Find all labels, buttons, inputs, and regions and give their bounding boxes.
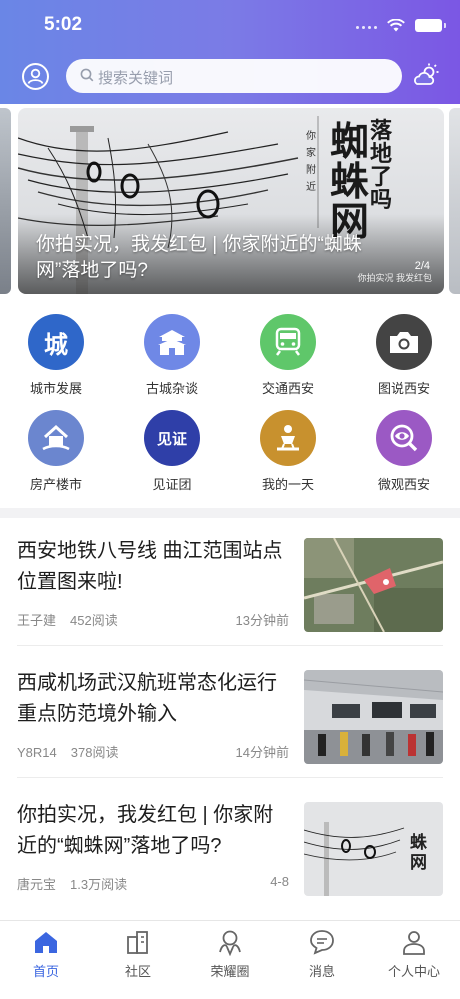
bottom-tab-bar: 首页 社区 荣耀圈 消息 个人中心 bbox=[0, 920, 460, 999]
home-icon bbox=[35, 932, 57, 953]
news-item[interactable]: 西安地铁八号线 曲江范围站点位置图来啦! 王子建 452阅读 13分钟前 bbox=[0, 518, 460, 646]
news-title: 西安地铁八号线 曲江范围站点位置图来啦! bbox=[17, 540, 283, 593]
news-meta: 唐元宝 1.3万阅读 4-8 bbox=[17, 874, 289, 893]
status-bar: 5:02 bbox=[0, 0, 460, 48]
category-grid: 城 城市发展 古城杂谈 交通西安 图说西安 房产楼市 见证 见证团 我的一天 微… bbox=[0, 308, 460, 504]
category-label: 古城杂谈 bbox=[145, 381, 198, 396]
category-micro-xian[interactable]: 微观西安 bbox=[354, 410, 454, 493]
search-input[interactable]: 搜索关键词 bbox=[66, 59, 402, 93]
tab-home[interactable]: 首页 bbox=[0, 927, 92, 980]
wifi-icon bbox=[387, 18, 405, 31]
tab-label: 消息 bbox=[308, 964, 335, 979]
tab-label: 社区 bbox=[124, 964, 151, 979]
category-witness[interactable]: 见证 见证团 bbox=[122, 410, 222, 493]
category-label: 图说西安 bbox=[377, 381, 430, 396]
category-city-development[interactable]: 城 城市发展 bbox=[6, 314, 106, 397]
banner-poster-footer: 你拍实况 我发红包 bbox=[357, 273, 432, 283]
honor-circle-icon bbox=[219, 930, 241, 956]
news-thumbnail-poster: 蛛 网 bbox=[304, 802, 443, 896]
weather-icon[interactable] bbox=[412, 62, 440, 90]
category-my-day[interactable]: 我的一天 bbox=[238, 410, 338, 493]
section-divider bbox=[0, 508, 460, 518]
category-label: 交通西安 bbox=[261, 381, 314, 396]
status-time: 5:02 bbox=[44, 14, 83, 35]
banner-poster-small: 你家附近 bbox=[306, 131, 316, 193]
news-reads: 1.3万阅读 bbox=[70, 877, 128, 892]
news-author: 王子建 bbox=[17, 613, 57, 628]
banner-poster-subtitle: 落地了吗 bbox=[370, 118, 393, 213]
message-icon bbox=[310, 930, 334, 955]
news-author: Y8R14 bbox=[17, 745, 57, 760]
tab-honor-circle[interactable]: 荣耀圈 bbox=[184, 927, 276, 980]
news-thumbnail-map bbox=[304, 538, 443, 632]
news-item[interactable]: 西咸机场武汉航班常态化运行 重点防范境外输入 Y8R14 378阅读 14分钟前 bbox=[0, 650, 460, 778]
tab-messages[interactable]: 消息 bbox=[276, 927, 368, 980]
banner-slide[interactable]: 你家附近 蜘蛛网 落地了吗 你拍实况，我发红包 | 你家附近的“蜘蛛网”落地了吗… bbox=[18, 108, 444, 294]
news-divider bbox=[17, 645, 443, 646]
news-author: 唐元宝 bbox=[17, 877, 57, 892]
news-item[interactable]: 你拍实况，我发红包 | 你家附近的“蜘蛛网”落地了吗? 唐元宝 1.3万阅读 4-… bbox=[0, 782, 460, 910]
banner-next-peek[interactable] bbox=[449, 108, 460, 294]
house-icon bbox=[28, 410, 84, 466]
category-label: 城市发展 bbox=[29, 381, 82, 396]
tab-label: 首页 bbox=[32, 964, 59, 979]
category-label: 见证团 bbox=[152, 477, 192, 492]
search-row: 搜索关键词 bbox=[0, 58, 460, 94]
tab-community[interactable]: 社区 bbox=[92, 927, 184, 980]
banner-carousel[interactable]: 你家附近 蜘蛛网 落地了吗 你拍实况，我发红包 | 你家附近的“蜘蛛网”落地了吗… bbox=[0, 104, 460, 300]
tab-label: 荣耀圈 bbox=[210, 964, 250, 979]
buildings-icon bbox=[127, 931, 148, 954]
signal-dots-icon bbox=[353, 16, 377, 34]
news-title: 你拍实况，我发红包 | 你家附近的“蜘蛛网”落地了吗? bbox=[17, 804, 274, 857]
news-meta: 王子建 452阅读 13分钟前 bbox=[17, 610, 289, 629]
category-traffic[interactable]: 交通西安 bbox=[238, 314, 338, 397]
news-divider bbox=[17, 777, 443, 778]
person-day-icon bbox=[260, 410, 316, 466]
status-indicators bbox=[353, 16, 446, 34]
top-header: 5:02 搜索关键词 bbox=[0, 0, 460, 104]
ancient-gate-icon bbox=[144, 314, 200, 370]
svg-text:网: 网 bbox=[410, 853, 427, 873]
category-photo-xian[interactable]: 图说西安 bbox=[354, 314, 454, 397]
category-label: 微观西安 bbox=[377, 477, 430, 492]
tab-label: 个人中心 bbox=[387, 964, 440, 979]
city-icon: 城 bbox=[28, 314, 84, 370]
user-icon bbox=[27, 68, 44, 84]
camera-icon bbox=[376, 314, 432, 370]
battery-icon bbox=[415, 18, 446, 32]
news-time: 4-8 bbox=[270, 874, 289, 889]
category-real-estate[interactable]: 房产楼市 bbox=[6, 410, 106, 493]
news-time: 14分钟前 bbox=[235, 745, 289, 760]
tab-profile[interactable]: 个人中心 bbox=[368, 927, 460, 980]
witness-icon: 见证 bbox=[144, 410, 200, 466]
user-avatar-button[interactable] bbox=[22, 63, 49, 90]
category-ancient-city[interactable]: 古城杂谈 bbox=[122, 314, 222, 397]
news-reads: 452阅读 bbox=[70, 613, 118, 628]
svg-text:蛛: 蛛 bbox=[410, 832, 428, 853]
banner-prev-peek[interactable] bbox=[0, 108, 11, 294]
news-title: 西咸机场武汉航班常态化运行 重点防范境外输入 bbox=[17, 672, 277, 725]
news-thumbnail-airport bbox=[304, 670, 443, 764]
news-meta: Y8R14 378阅读 14分钟前 bbox=[17, 742, 289, 761]
news-reads: 378阅读 bbox=[70, 745, 119, 760]
banner-caption: 你拍实况，我发红包 | 你家附近的“蜘蛛网”落地了吗? bbox=[36, 234, 362, 281]
train-icon bbox=[260, 314, 316, 370]
person-icon bbox=[403, 931, 425, 955]
category-label: 我的一天 bbox=[261, 477, 314, 492]
search-placeholder: 搜索关键词 bbox=[98, 70, 174, 87]
category-label: 房产楼市 bbox=[29, 477, 82, 492]
eye-magnifier-icon bbox=[376, 410, 432, 466]
news-time: 13分钟前 bbox=[235, 613, 289, 628]
search-icon bbox=[80, 68, 94, 82]
